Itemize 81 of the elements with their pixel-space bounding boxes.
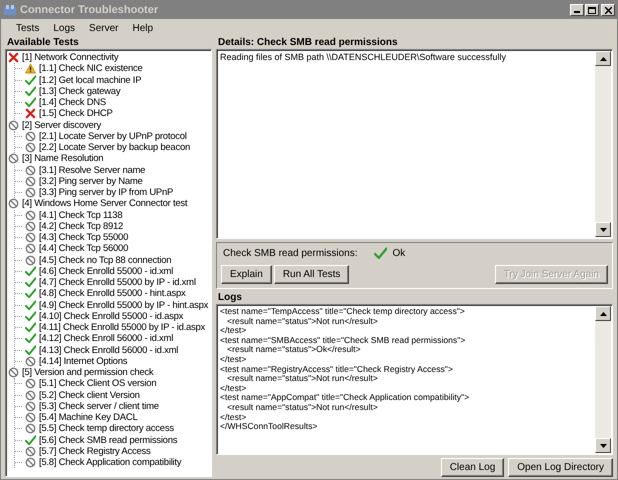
details-text: Reading files of SMB path \\DATENSCHLEUDER\Software successfully bbox=[220, 52, 506, 62]
test-item[interactable]: [5.3] Check server / client time bbox=[39, 400, 159, 412]
test-item[interactable]: [5.6] Check SMB read permissions bbox=[39, 434, 178, 446]
test-item[interactable]: [5] Version and permission check bbox=[22, 367, 154, 378]
test-item[interactable]: [3.2] Ping server by Name bbox=[39, 176, 143, 187]
test-item[interactable]: [4.9] Check Enrolld 55000 by IP - hint.aspx bbox=[39, 300, 208, 311]
log-line: <test name="RegistryAccess" title="Check Registry Access"> bbox=[220, 364, 454, 374]
test-item[interactable]: [5.1] Check Client OS version bbox=[39, 378, 156, 390]
log-line: </test> bbox=[220, 412, 248, 422]
clean-log-button[interactable]: Clean Log bbox=[440, 458, 504, 477]
log-line: </test> bbox=[220, 384, 248, 394]
log-line: <result name="status">Ok</result> bbox=[226, 345, 362, 355]
test-item[interactable]: [4.5] Check no Tcp 88 connection bbox=[39, 254, 172, 266]
test-item[interactable]: [4.3] Check Tcp 55000 bbox=[39, 232, 128, 244]
log-line: <result name="status">Not run</result> bbox=[226, 402, 378, 413]
test-item[interactable]: [3.3] Ping server by IP from UPnP bbox=[39, 187, 174, 198]
logs-box[interactable] bbox=[216, 304, 613, 455]
details-title: Details: Check SMB read permissions bbox=[217, 37, 399, 49]
log-line: <result name="status">Not run</result> bbox=[226, 316, 378, 326]
test-item[interactable]: [4.14] Internet Options bbox=[39, 356, 128, 367]
test-item[interactable]: [4.12] Check Enroll 56000 - id.xml bbox=[39, 333, 174, 344]
test-item[interactable]: [1.2] Get local machine IP bbox=[39, 74, 142, 86]
test-item[interactable]: [1.1] Check NIC existence bbox=[39, 63, 143, 74]
close-icon bbox=[604, 6, 612, 14]
log-line: </test> bbox=[220, 326, 248, 336]
log-line: <test name="AppCompat" title="Check Application compatibility"> bbox=[220, 393, 470, 403]
scroll-down-button[interactable] bbox=[595, 222, 611, 237]
test-item[interactable]: [1.5] Check DHCP bbox=[39, 108, 113, 120]
test-item[interactable]: [4] Windows Home Server Connector test bbox=[22, 198, 188, 210]
test-item[interactable]: [4.13] Check Enrolld 56000 - id.xml bbox=[39, 344, 178, 356]
window-title: Connector Troubleshooter bbox=[20, 4, 160, 16]
test-item[interactable]: [4.10] Check Enrolld 55000 - id.aspx bbox=[39, 310, 184, 322]
app-icon bbox=[3, 4, 17, 16]
run-all-button[interactable]: Run All Tests bbox=[274, 265, 350, 284]
test-item[interactable]: [4.8] Check Enrolld 55000 - hint.aspx bbox=[39, 288, 186, 300]
down-arrow-icon bbox=[600, 444, 606, 448]
down-arrow-icon bbox=[600, 228, 606, 232]
log-line: <test name="SMBAccess" title="Check SMB read permissions"> bbox=[220, 336, 466, 346]
scroll-up-button[interactable] bbox=[595, 306, 611, 321]
details-box[interactable]: Reading files of SMB path \\DATENSCHLEUDER\Software successfully bbox=[216, 49, 613, 239]
explain-button[interactable]: Explain bbox=[221, 265, 272, 284]
menu-item[interactable]: Logs bbox=[46, 22, 82, 34]
result-text: Ok bbox=[392, 248, 406, 259]
test-item[interactable]: [4.2] Check Tcp 8912 bbox=[39, 220, 124, 232]
log-line: </WHSConnToolResults> bbox=[220, 422, 318, 432]
test-item[interactable]: [1.4] Check DNS bbox=[39, 97, 106, 108]
maximize-button[interactable] bbox=[585, 4, 599, 16]
menu-item[interactable]: Server bbox=[82, 22, 126, 34]
test-item[interactable]: [3] Name Resolution bbox=[22, 153, 104, 164]
test-item[interactable]: [5.7] Check Registry Access bbox=[39, 446, 151, 457]
panel-title: Available Tests bbox=[6, 37, 80, 49]
logs-title: Logs bbox=[217, 292, 243, 304]
log-line: <test name="TempAccess" title="Check temp directory access"> bbox=[220, 307, 466, 317]
open-log-dir-button[interactable]: Open Log Directory bbox=[508, 458, 613, 477]
test-item[interactable]: [5.4] Machine Key DACL bbox=[39, 412, 138, 424]
test-item[interactable]: [5.2] Check client Version bbox=[39, 390, 140, 401]
test-item[interactable]: [2.1] Locate Server by UPnP protocol bbox=[39, 130, 187, 142]
test-item[interactable]: [4.4] Check Tcp 56000 bbox=[39, 243, 128, 254]
test-item[interactable]: [1] Network Connectivity bbox=[22, 52, 118, 64]
test-item[interactable]: [2.2] Locate Server by backup beacon bbox=[39, 142, 190, 154]
test-item[interactable]: [3.1] Resolve Server name bbox=[39, 164, 146, 176]
test-item[interactable]: [5.8] Check Application compatibility bbox=[39, 457, 182, 468]
scroll-down-button[interactable] bbox=[595, 438, 611, 453]
minimize-button[interactable] bbox=[570, 4, 584, 16]
test-item[interactable]: [5.5] Check temp directory access bbox=[39, 423, 174, 434]
test-item[interactable]: [4.11] Check Enrolld 55000 by IP - id.aspx bbox=[39, 322, 206, 334]
result-label: Check SMB read permissions: bbox=[223, 248, 358, 259]
menu-item[interactable]: Tests bbox=[9, 22, 46, 34]
test-item[interactable]: [4.7] Check Enrolld 55000 by IP - id.xml bbox=[39, 277, 196, 288]
test-item[interactable]: [1.3] Check gateway bbox=[39, 86, 120, 97]
test-item[interactable]: [4.1] Check Tcp 1138 bbox=[39, 210, 122, 221]
menu-item[interactable]: Help bbox=[125, 22, 160, 34]
up-arrow-icon bbox=[600, 56, 606, 60]
test-item[interactable]: [2] Server discovery bbox=[22, 120, 101, 131]
log-line: </test> bbox=[220, 354, 248, 365]
scroll-up-button[interactable] bbox=[595, 51, 611, 66]
close-button[interactable] bbox=[601, 4, 615, 16]
up-arrow-icon bbox=[600, 312, 606, 316]
maximize-icon bbox=[588, 6, 596, 14]
log-line: <result name="status">Not run</result> bbox=[226, 374, 379, 384]
test-item[interactable]: [4.6] Check Enrolld 55000 - id.xml bbox=[39, 266, 174, 277]
